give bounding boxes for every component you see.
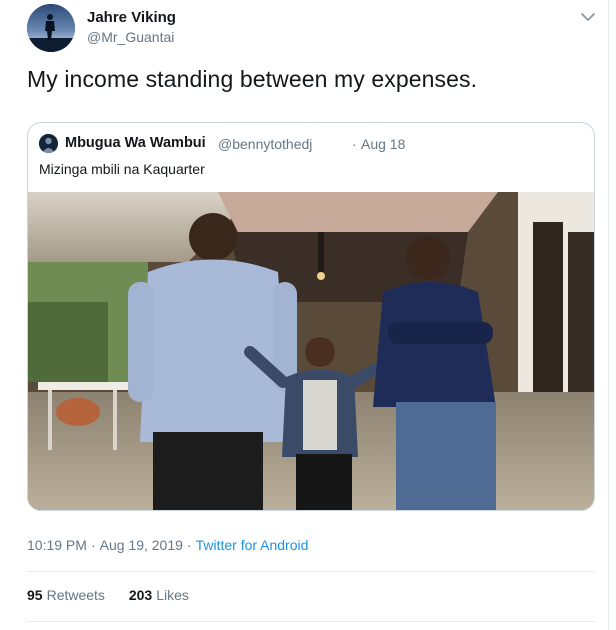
tweet-date[interactable]: Aug 19, 2019 [100, 537, 183, 553]
quoted-author-handle[interactable]: @bennytothedj [218, 136, 312, 152]
tweet-container: Jahre Viking @Mr_Guantai My income stand… [0, 0, 609, 630]
quoted-author-name[interactable]: Mbugua Wa Wambui [65, 135, 206, 151]
meta-separator: · [90, 537, 96, 553]
tweet-time[interactable]: 10:19 PM [27, 537, 87, 553]
likes-stat[interactable]: 203 Likes [129, 587, 189, 603]
likes-label: Likes [156, 587, 189, 603]
quoted-tweet[interactable]: Mbugua Wa Wambui @bennytothedj · Aug 18 … [27, 122, 595, 511]
author-handle[interactable]: @Mr_Guantai [87, 29, 174, 45]
quoted-separator: · [352, 136, 357, 152]
quoted-text: Mizinga mbili na Kaquarter [39, 161, 205, 177]
divider [27, 571, 595, 572]
author-name[interactable]: Jahre Viking [87, 9, 176, 26]
retweets-stat[interactable]: 95 Retweets [27, 587, 105, 603]
likes-count: 203 [128, 587, 153, 603]
quoted-photo[interactable] [28, 192, 594, 510]
retweets-label: Retweets [46, 587, 105, 603]
tweet-meta: 10:19 PM · Aug 19, 2019 · Twitter for Androi… [27, 537, 308, 553]
author-avatar[interactable] [27, 4, 75, 52]
quoted-date[interactable]: Aug 18 [361, 136, 405, 152]
tweet-text: My income standing between my expenses. [27, 66, 478, 92]
source-link[interactable]: Twitter for Android [196, 537, 309, 553]
retweets-count: 95 [27, 587, 43, 603]
divider-bottom [27, 621, 595, 622]
chevron-down-icon[interactable] [579, 8, 597, 26]
quoted-author-avatar[interactable] [39, 134, 58, 153]
tweet-stats: 95 Retweets 203 Likes [27, 587, 209, 603]
meta-separator-2: · [186, 537, 192, 553]
